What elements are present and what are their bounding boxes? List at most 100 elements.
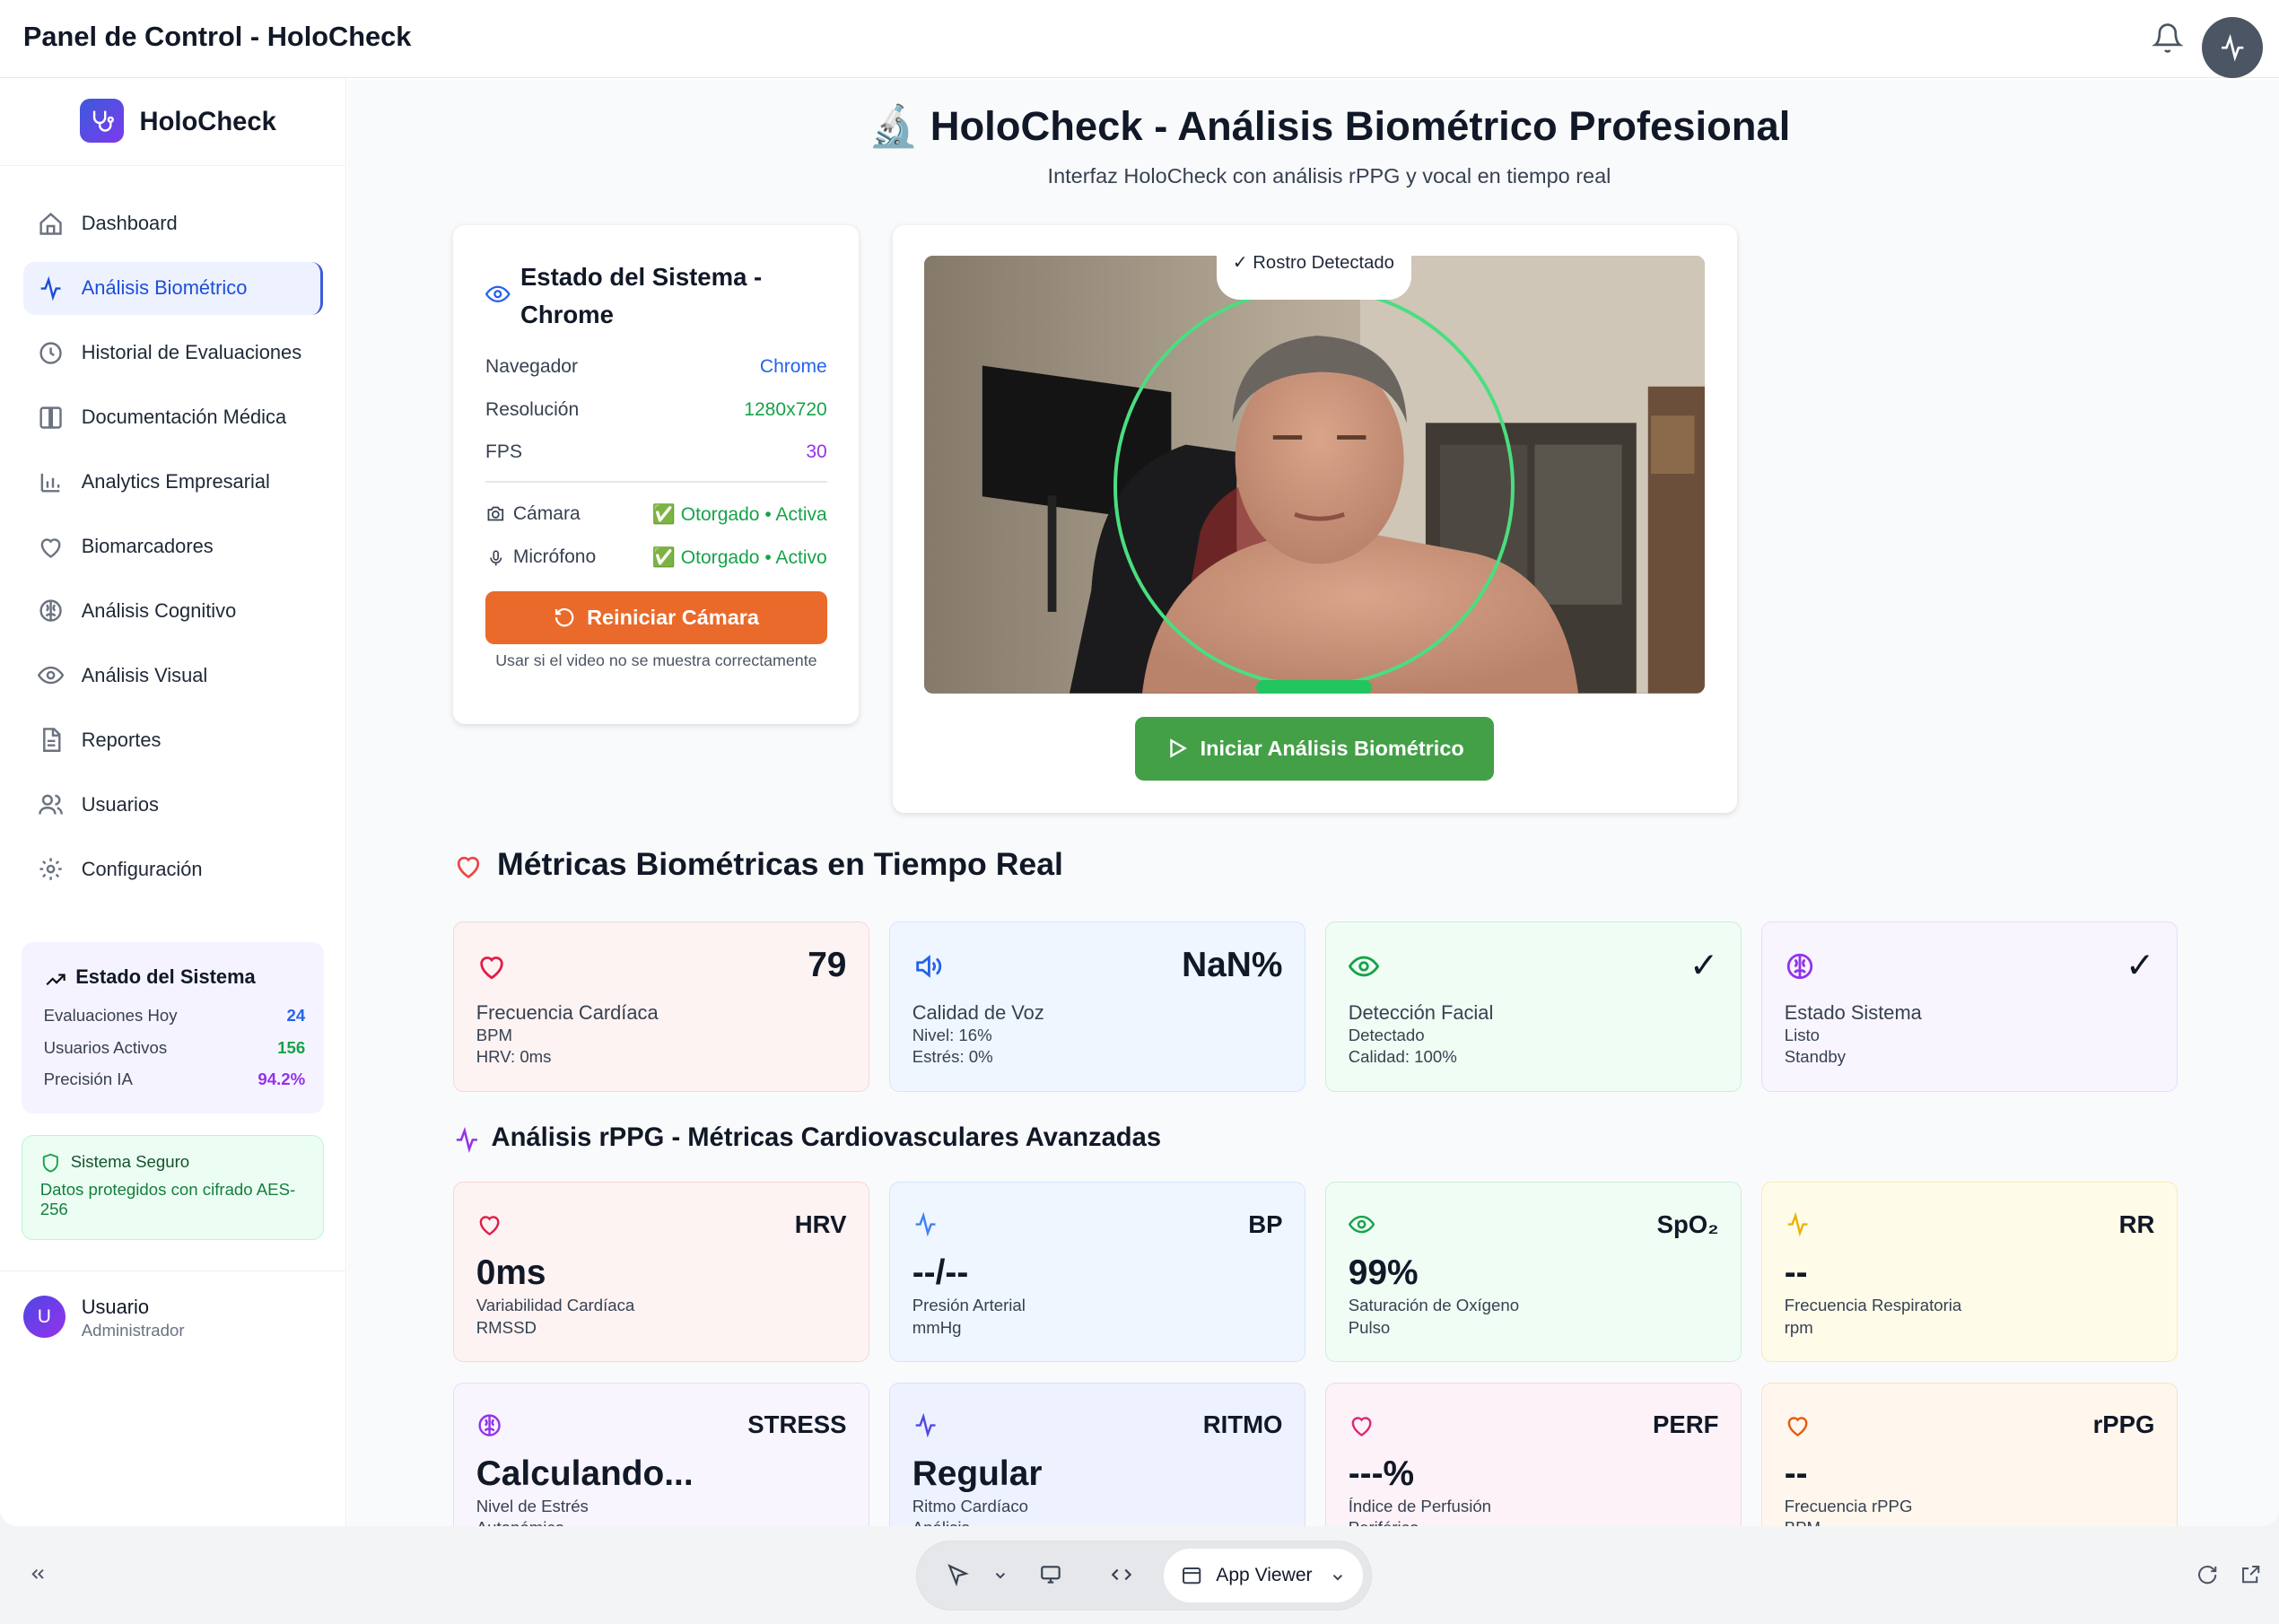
status-row-value: 24 xyxy=(286,1006,306,1025)
metric-value: ✓ xyxy=(1689,946,1719,985)
sidebar-item-analisis-biometrico[interactable]: Análisis Biométrico xyxy=(22,262,323,315)
security-title: Sistema Seguro xyxy=(70,1152,190,1172)
rppg-label: Frecuencia rPPG xyxy=(1784,1496,1913,1515)
camera-icon xyxy=(487,506,504,521)
rppg-code: BP xyxy=(1248,1209,1283,1238)
camera-value: ✅ Otorgado • Activa xyxy=(651,503,827,525)
metric-value: 79 xyxy=(808,945,847,984)
heart-icon xyxy=(1787,1417,1808,1436)
rppg-label: Variabilidad Cardíaca xyxy=(476,1296,635,1315)
rppg-card: STRESS Calculando... Nivel de Estrés Autonó… xyxy=(453,1382,869,1526)
bell-icon[interactable] xyxy=(2151,21,2184,56)
metric-label: Estado Sistema xyxy=(1784,1000,1922,1024)
restart-camera-button[interactable]: Reiniciar Cámara xyxy=(485,591,827,644)
sidebar-item-biomarcadores[interactable]: Biomarcadores xyxy=(23,520,323,572)
main-content: 🔬 HoloCheck - Análisis Biométrico Profes… xyxy=(347,80,2279,1526)
sidebar-item-analisis-cognitivo[interactable]: Análisis Cognitivo xyxy=(23,585,323,637)
main-title: 🔬 HoloCheck - Análisis Biométrico Profes… xyxy=(868,103,1791,149)
quality-badge xyxy=(1255,680,1373,694)
rppg-value: 99% xyxy=(1348,1253,1419,1293)
brain-icon xyxy=(39,599,62,623)
play-icon xyxy=(1170,738,1187,758)
fps-label: FPS xyxy=(485,441,522,463)
status-row: Precisión IA 94.2% xyxy=(44,1070,306,1089)
rppg-code: RITMO xyxy=(1202,1410,1283,1439)
app-viewer-select[interactable]: App Viewer xyxy=(1163,1549,1363,1603)
resolution-value: 1280x720 xyxy=(744,399,827,421)
volume-icon xyxy=(915,955,941,979)
rppg-card: PERF ---% Índice de Perfusión Periférico xyxy=(1325,1382,1742,1526)
camera-feed: ✓ Rostro Detectado xyxy=(924,256,1706,694)
rppg-value: --/-- xyxy=(912,1253,969,1293)
eye-icon xyxy=(485,285,511,303)
pointer-icon[interactable] xyxy=(946,1563,969,1587)
metric-value: NaN% xyxy=(1182,945,1283,984)
app-viewer-label: App Viewer xyxy=(1216,1565,1313,1586)
sidebar-item-usuarios[interactable]: Usuarios xyxy=(23,779,323,831)
heart-icon xyxy=(40,537,61,558)
rppg-code: RR xyxy=(2118,1209,2155,1238)
face-guide-ring xyxy=(1113,286,1515,688)
bar-chart-icon xyxy=(40,473,60,493)
sidebar-item-label: Documentación Médica xyxy=(81,406,287,429)
rppg-sublabel: Periférico xyxy=(1349,1518,1419,1526)
rppg-value: ---% xyxy=(1348,1454,1415,1493)
rppg-value: Calculando... xyxy=(476,1454,694,1493)
sidebar-item-reportes[interactable]: Reportes xyxy=(23,714,323,766)
rppg-card: SpO₂ 99% Saturación de Oxígeno Pulso xyxy=(1325,1182,1742,1362)
metric-label: Calidad de Voz xyxy=(912,1000,1044,1024)
rppg-value: -- xyxy=(1784,1253,1808,1293)
chevron-down-icon xyxy=(1332,1574,1342,1581)
start-analysis-label: Iniciar Análisis Biométrico xyxy=(1200,736,1464,760)
sidebar-item-historial-de-evaluaciones[interactable]: Historial de Evaluaciones xyxy=(23,327,323,379)
home-icon xyxy=(39,212,62,235)
eye-icon xyxy=(1348,1216,1375,1234)
app-window: Panel de Control - HoloCheck HoloCheck D… xyxy=(0,0,2279,1526)
status-row-label: Precisión IA xyxy=(43,1070,133,1089)
rppg-card: rPPG -- Frecuencia rPPG BPM xyxy=(1761,1382,2178,1526)
browser-label: Navegador xyxy=(485,355,579,377)
sidebar-item-analisis-visual[interactable]: Análisis Visual xyxy=(23,650,323,702)
activity-avatar-button[interactable] xyxy=(2202,17,2264,79)
resolution-row: Resolución 1280x720 xyxy=(485,399,827,421)
monitor-icon[interactable] xyxy=(1039,1563,1062,1586)
sidebar-item-dashboard[interactable]: Dashboard xyxy=(23,197,323,249)
brand-name: HoloCheck xyxy=(139,107,276,136)
restart-camera-label: Reiniciar Cámara xyxy=(587,605,759,629)
activity-icon xyxy=(915,1212,936,1237)
heart-icon xyxy=(1351,1417,1372,1436)
external-link-icon[interactable] xyxy=(2240,1564,2261,1585)
browser-row: Navegador Chrome xyxy=(485,356,827,378)
start-analysis-button[interactable]: Iniciar Análisis Biométrico xyxy=(1135,716,1495,781)
rppg-code: rPPG xyxy=(2092,1410,2155,1439)
metric-card: ✓ Detección Facial Detectado Calidad: 100% xyxy=(1325,921,1742,1092)
reload-icon[interactable] xyxy=(2196,1564,2218,1585)
rppg-label: Ritmo Cardíaco xyxy=(912,1496,1028,1515)
user-profile[interactable]: U Usuario Administrador xyxy=(0,1270,346,1387)
metrics-heading: Métricas Biométricas en Tiempo Real xyxy=(453,846,1063,883)
users-icon xyxy=(39,794,64,815)
sidebar-item-configuracion[interactable]: Configuración xyxy=(23,843,323,895)
sidebar-item-label: Análisis Cognitivo xyxy=(81,599,237,623)
video-card: ✓ Rostro Detectado Iniciar Análisis Biom… xyxy=(892,225,1737,813)
rppg-value: -- xyxy=(1784,1454,1808,1493)
rppg-sublabel: mmHg xyxy=(912,1317,962,1337)
system-card-title: Estado del Sistema - Chrome xyxy=(520,263,763,329)
collapse-left-icon[interactable] xyxy=(28,1564,48,1585)
chevron-down-icon[interactable] xyxy=(992,1567,1009,1584)
metric-sub: Detectado xyxy=(1348,1026,1425,1045)
sidebar-item-documentacion-medica[interactable]: Documentación Médica xyxy=(23,391,323,443)
fps-value: 30 xyxy=(806,441,827,463)
sidebar-item-analytics-empresarial[interactable]: Analytics Empresarial xyxy=(23,456,323,508)
rppg-card: RR -- Frecuencia Respiratoria rpm xyxy=(1761,1182,2178,1362)
system-status-card: Estado del Sistema - Chrome Navegador Chr… xyxy=(453,225,860,724)
eye-icon xyxy=(1348,956,1379,977)
book-icon xyxy=(39,406,62,429)
sidebar-item-label: Configuración xyxy=(81,857,203,880)
toolbar-pill: App Viewer xyxy=(915,1541,1373,1611)
bottom-toolbar: App Viewer xyxy=(0,1526,2279,1624)
code-icon[interactable] xyxy=(1110,1563,1133,1586)
metric-label: Frecuencia Cardíaca xyxy=(476,1000,659,1024)
sidebar-item-label: Biomarcadores xyxy=(81,535,214,558)
rppg-sublabel: Análisis xyxy=(912,1518,970,1526)
